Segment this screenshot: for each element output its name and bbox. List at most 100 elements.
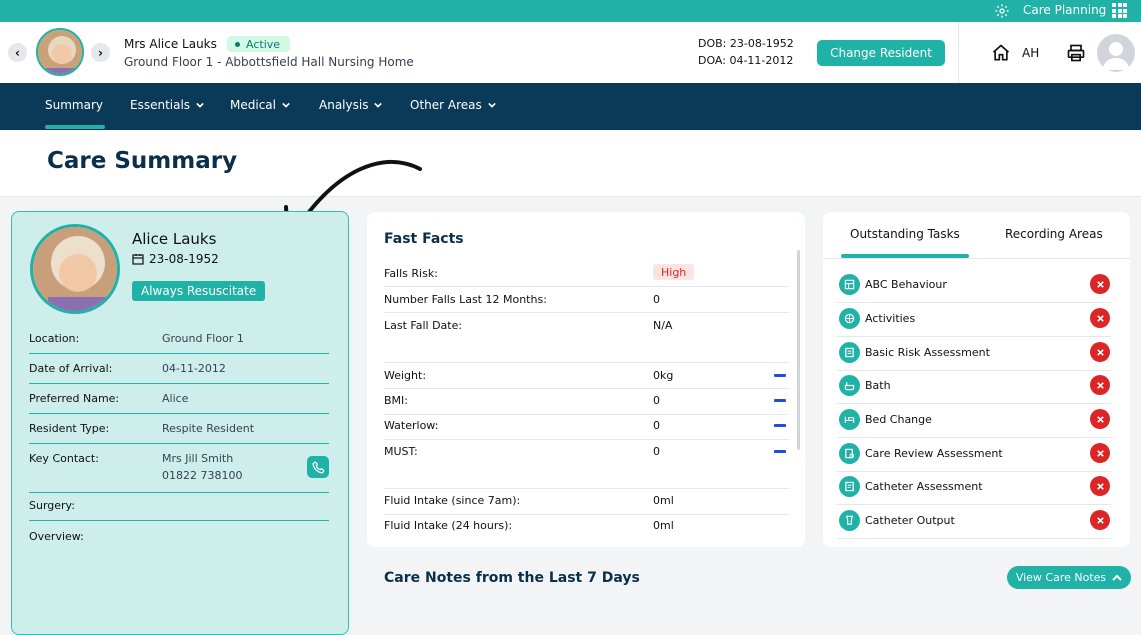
fast-facts-scrollbar[interactable]: [797, 250, 800, 450]
user-avatar[interactable]: [1097, 34, 1135, 72]
fact-label: Fluid Intake (24 hours):: [384, 519, 513, 532]
next-resident-button[interactable]: ›: [91, 43, 110, 62]
task-item-bed-change[interactable]: Bed Change: [837, 404, 1111, 438]
user-initials[interactable]: AH: [1022, 46, 1039, 60]
task-icon: [839, 342, 860, 363]
fact-row-last-fall-date: Last Fall Date: N/A: [384, 319, 789, 363]
task-label: Catheter Assessment: [865, 480, 983, 493]
nav-other-areas[interactable]: Other Areas: [410, 98, 496, 112]
change-resident-button[interactable]: Change Resident: [817, 40, 945, 66]
resident-name: Mrs Alice Lauks: [124, 37, 217, 51]
page-title: Care Summary: [47, 148, 238, 174]
task-item-care-review-assessment[interactable]: Care Review Assessment: [837, 438, 1111, 472]
fact-value: N/A: [653, 319, 673, 332]
task-label: Catheter Output: [865, 514, 955, 527]
task-incomplete-icon[interactable]: [1090, 409, 1110, 429]
row-label: Overview:: [29, 530, 84, 543]
header-divider: [958, 22, 959, 83]
chevron-down-icon: [487, 102, 496, 108]
app-title[interactable]: Care Planning: [1023, 3, 1106, 17]
apps-grid-icon[interactable]: [1112, 3, 1127, 18]
row-divider: [384, 414, 789, 415]
print-icon[interactable]: [1066, 43, 1086, 63]
status-label: Active: [246, 37, 281, 51]
previous-resident-button[interactable]: ‹: [8, 43, 27, 62]
fact-label: BMI:: [384, 394, 408, 407]
task-label: Activities: [865, 312, 916, 325]
row-label: Surgery:: [29, 499, 75, 512]
status-badge: Active: [227, 36, 291, 52]
task-incomplete-icon[interactable]: [1090, 510, 1110, 530]
task-item-catheter-assessment[interactable]: Catheter Assessment: [837, 471, 1111, 505]
task-item-catheter-output[interactable]: Catheter Output: [837, 505, 1111, 539]
fact-row-must: MUST: 0: [384, 445, 789, 489]
row-divider: [384, 439, 789, 440]
row-label: Key Contact:: [29, 452, 99, 465]
fact-row-bmi: BMI: 0: [384, 394, 789, 415]
row-divider: [384, 488, 789, 489]
row-divider: [384, 286, 789, 287]
task-item-bath[interactable]: Bath: [837, 370, 1111, 404]
task-item-activities[interactable]: Activities: [837, 303, 1111, 337]
home-icon[interactable]: [991, 43, 1011, 63]
resident-profile-card: Alice Lauks 23-08-1952 Always Resuscitat…: [11, 211, 349, 635]
fact-row-fluid-since-7am: Fluid Intake (since 7am): 0ml: [384, 494, 789, 515]
tab-recording-areas[interactable]: Recording Areas: [1005, 227, 1103, 241]
nav-label: Summary: [45, 98, 103, 112]
task-label: ABC Behaviour: [865, 278, 947, 291]
task-incomplete-icon[interactable]: [1090, 375, 1110, 395]
fact-value: 0: [653, 419, 660, 432]
resident-doa: DOA: 04-11-2012: [698, 54, 794, 67]
task-incomplete-icon[interactable]: [1090, 308, 1110, 328]
task-incomplete-icon[interactable]: [1090, 443, 1110, 463]
fact-label: Weight:: [384, 369, 427, 382]
task-label: Basic Risk Assessment: [865, 346, 990, 359]
fact-value: 0: [653, 445, 660, 458]
row-divider: [384, 362, 789, 363]
row-divider: [384, 514, 789, 515]
tab-divider: [823, 258, 1130, 259]
tab-outstanding-tasks[interactable]: Outstanding Tasks: [850, 227, 960, 241]
nav-medical[interactable]: Medical: [230, 98, 290, 112]
row-label: Resident Type:: [29, 422, 110, 435]
task-icon: [839, 274, 860, 295]
nav-summary[interactable]: Summary: [45, 98, 103, 112]
resident-location: Ground Floor 1 - Abbottsfield Hall Nursi…: [124, 55, 414, 69]
task-icon: [839, 308, 860, 329]
fast-facts-title: Fast Facts: [384, 231, 464, 247]
task-incomplete-icon[interactable]: [1090, 274, 1110, 294]
task-label: Care Review Assessment: [865, 447, 1003, 460]
task-incomplete-icon[interactable]: [1090, 476, 1110, 496]
trend-flat-icon: [774, 374, 786, 377]
row-label: Preferred Name:: [29, 392, 120, 405]
nav-analysis[interactable]: Analysis: [319, 98, 383, 112]
nav-label: Analysis: [319, 98, 369, 112]
resident-header: ‹ › Mrs Alice Lauks Active Ground Floor …: [0, 22, 1141, 83]
fact-value: 0ml: [653, 494, 674, 507]
row-value: Alice: [162, 392, 189, 405]
fact-label: Last Fall Date:: [384, 319, 463, 332]
task-label: Bed Change: [865, 413, 932, 426]
task-icon: [839, 409, 860, 430]
call-contact-button[interactable]: [307, 456, 329, 478]
nav-label: Other Areas: [410, 98, 482, 112]
row-value: 04-11-2012: [162, 362, 226, 375]
row-divider: [29, 413, 329, 414]
task-item-basic-risk-assessment[interactable]: Basic Risk Assessment: [837, 337, 1111, 371]
row-divider: [29, 492, 329, 493]
task-incomplete-icon[interactable]: [1090, 342, 1110, 362]
view-care-notes-button[interactable]: View Care Notes: [1007, 566, 1131, 589]
task-item-abc-behaviour[interactable]: ABC Behaviour: [837, 269, 1111, 303]
row-divider: [29, 520, 329, 521]
gear-icon[interactable]: [994, 3, 1010, 19]
fact-row-falls-12-months: Number Falls Last 12 Months: 0: [384, 293, 789, 313]
row-divider: [384, 388, 789, 389]
fact-row-falls-risk: Falls Risk:: [384, 267, 789, 287]
fact-value: 0ml: [653, 519, 674, 532]
resident-avatar: [36, 28, 84, 76]
page-title-band: Care Summary: [0, 130, 1141, 197]
nav-essentials[interactable]: Essentials: [130, 98, 204, 112]
chevron-up-icon: [1112, 574, 1122, 581]
status-dot: [235, 41, 240, 47]
row-label: Date of Arrival:: [29, 362, 113, 375]
